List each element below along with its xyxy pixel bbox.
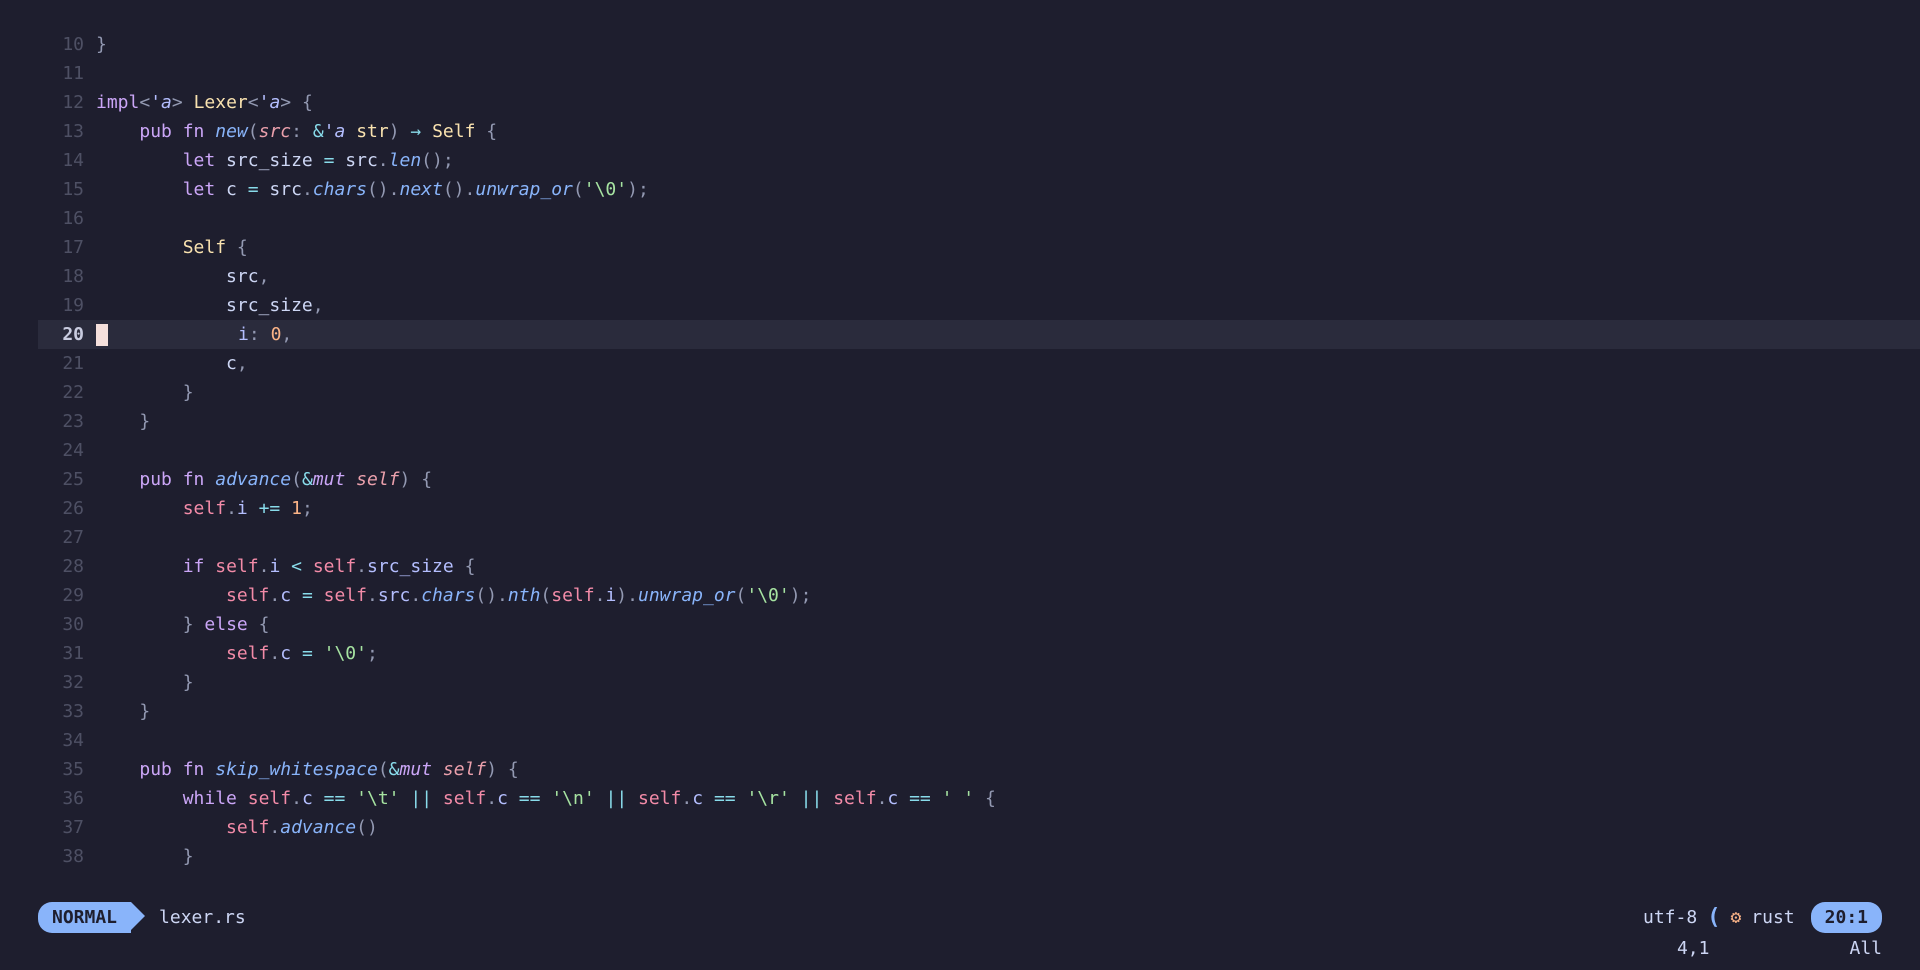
code-line[interactable]: 12impl<'a> Lexer<'a> { [38, 88, 1920, 117]
code-line[interactable]: 38 } [38, 842, 1920, 871]
code-content[interactable]: pub fn new(src: &'a str) → Self { [96, 118, 1920, 145]
code-line[interactable]: 16 [38, 204, 1920, 233]
code-line[interactable]: 27 [38, 523, 1920, 552]
line-number: 12 [38, 89, 96, 116]
code-editor[interactable]: 10}1112impl<'a> Lexer<'a> {13 pub fn new… [0, 30, 1920, 871]
line-number: 19 [38, 292, 96, 319]
code-content[interactable]: i: 0, [96, 321, 1920, 348]
line-number: 38 [38, 843, 96, 870]
ruler-percent: All [1849, 935, 1882, 962]
code-line[interactable]: 32 } [38, 668, 1920, 697]
code-content[interactable]: self.i += 1; [96, 495, 1920, 522]
code-line[interactable]: 24 [38, 436, 1920, 465]
code-content[interactable]: pub fn skip_whitespace(&mut self) { [96, 756, 1920, 783]
line-number: 32 [38, 669, 96, 696]
code-line[interactable]: 11 [38, 59, 1920, 88]
code-content[interactable]: } [96, 408, 1920, 435]
line-number: 26 [38, 495, 96, 522]
line-number: 10 [38, 31, 96, 58]
code-content[interactable]: src, [96, 263, 1920, 290]
code-content[interactable]: } [96, 31, 1920, 58]
cursor-block [96, 324, 108, 346]
code-line[interactable]: 26 self.i += 1; [38, 494, 1920, 523]
line-number: 15 [38, 176, 96, 203]
code-line[interactable]: 25 pub fn advance(&mut self) { [38, 465, 1920, 494]
code-content[interactable]: c, [96, 350, 1920, 377]
code-content[interactable]: Self { [96, 234, 1920, 261]
ruler-line: 4,1 All [1677, 935, 1882, 962]
line-number: 36 [38, 785, 96, 812]
code-content[interactable]: } [96, 379, 1920, 406]
line-number: 29 [38, 582, 96, 609]
line-number: 25 [38, 466, 96, 493]
line-number: 35 [38, 756, 96, 783]
code-line[interactable]: 31 self.c = '\0'; [38, 639, 1920, 668]
code-content[interactable]: src_size, [96, 292, 1920, 319]
code-line[interactable]: 20 i: 0, [38, 320, 1920, 349]
line-number: 22 [38, 379, 96, 406]
code-content[interactable]: } [96, 843, 1920, 870]
code-line[interactable]: 13 pub fn new(src: &'a str) → Self { [38, 117, 1920, 146]
line-number: 31 [38, 640, 96, 667]
line-number: 37 [38, 814, 96, 841]
line-number: 11 [38, 60, 96, 87]
filename-label: lexer.rs [159, 904, 246, 931]
line-number: 33 [38, 698, 96, 725]
code-line[interactable]: 36 while self.c == '\t' || self.c == '\n… [38, 784, 1920, 813]
code-content[interactable]: } else { [96, 611, 1920, 638]
code-line[interactable]: 28 if self.i < self.src_size { [38, 552, 1920, 581]
line-number: 24 [38, 437, 96, 464]
code-line[interactable]: 19 src_size, [38, 291, 1920, 320]
rust-filetype-icon: ⚙ [1730, 904, 1741, 931]
line-number: 13 [38, 118, 96, 145]
code-line[interactable]: 37 self.advance() [38, 813, 1920, 842]
line-number: 21 [38, 350, 96, 377]
code-line[interactable]: 15 let c = src.chars().next().unwrap_or(… [38, 175, 1920, 204]
line-number: 16 [38, 205, 96, 232]
code-line[interactable]: 34 [38, 726, 1920, 755]
code-line[interactable]: 17 Self { [38, 233, 1920, 262]
code-content[interactable]: self.advance() [96, 814, 1920, 841]
cursor-position-badge: 20:1 [1811, 902, 1882, 933]
line-number: 30 [38, 611, 96, 638]
status-right-section: utf-8 ( ⚙ rust 20:1 [1643, 901, 1882, 934]
filetype-label: rust [1751, 904, 1794, 931]
code-content[interactable]: let src_size = src.len(); [96, 147, 1920, 174]
code-content[interactable]: } [96, 669, 1920, 696]
code-line[interactable]: 21 c, [38, 349, 1920, 378]
code-line[interactable]: 18 src, [38, 262, 1920, 291]
code-content[interactable]: } [96, 698, 1920, 725]
line-number: 17 [38, 234, 96, 261]
encoding-label: utf-8 [1643, 904, 1697, 931]
code-content[interactable]: let c = src.chars().next().unwrap_or('\0… [96, 176, 1920, 203]
separator-paren-icon: ( [1707, 901, 1720, 934]
code-line[interactable]: 29 self.c = self.src.chars().nth(self.i)… [38, 581, 1920, 610]
code-line[interactable]: 33 } [38, 697, 1920, 726]
code-line[interactable]: 10} [38, 30, 1920, 59]
code-line[interactable]: 23 } [38, 407, 1920, 436]
code-line[interactable]: 35 pub fn skip_whitespace(&mut self) { [38, 755, 1920, 784]
code-content[interactable]: impl<'a> Lexer<'a> { [96, 89, 1920, 116]
vim-mode-badge: NORMAL [38, 902, 131, 933]
line-number: 28 [38, 553, 96, 580]
code-line[interactable]: 14 let src_size = src.len(); [38, 146, 1920, 175]
code-content[interactable]: while self.c == '\t' || self.c == '\n' |… [96, 785, 1920, 812]
line-number: 27 [38, 524, 96, 551]
code-line[interactable]: 22 } [38, 378, 1920, 407]
status-bar: NORMAL lexer.rs utf-8 ( ⚙ rust 20:1 [38, 902, 1882, 932]
line-number: 34 [38, 727, 96, 754]
line-number: 20 [38, 321, 96, 348]
ruler-position: 4,1 [1677, 935, 1710, 962]
code-content[interactable]: self.c = self.src.chars().nth(self.i).un… [96, 582, 1920, 609]
code-content[interactable]: self.c = '\0'; [96, 640, 1920, 667]
line-number: 23 [38, 408, 96, 435]
code-content[interactable]: if self.i < self.src_size { [96, 553, 1920, 580]
line-number: 18 [38, 263, 96, 290]
code-line[interactable]: 30 } else { [38, 610, 1920, 639]
code-content[interactable]: pub fn advance(&mut self) { [96, 466, 1920, 493]
line-number: 14 [38, 147, 96, 174]
